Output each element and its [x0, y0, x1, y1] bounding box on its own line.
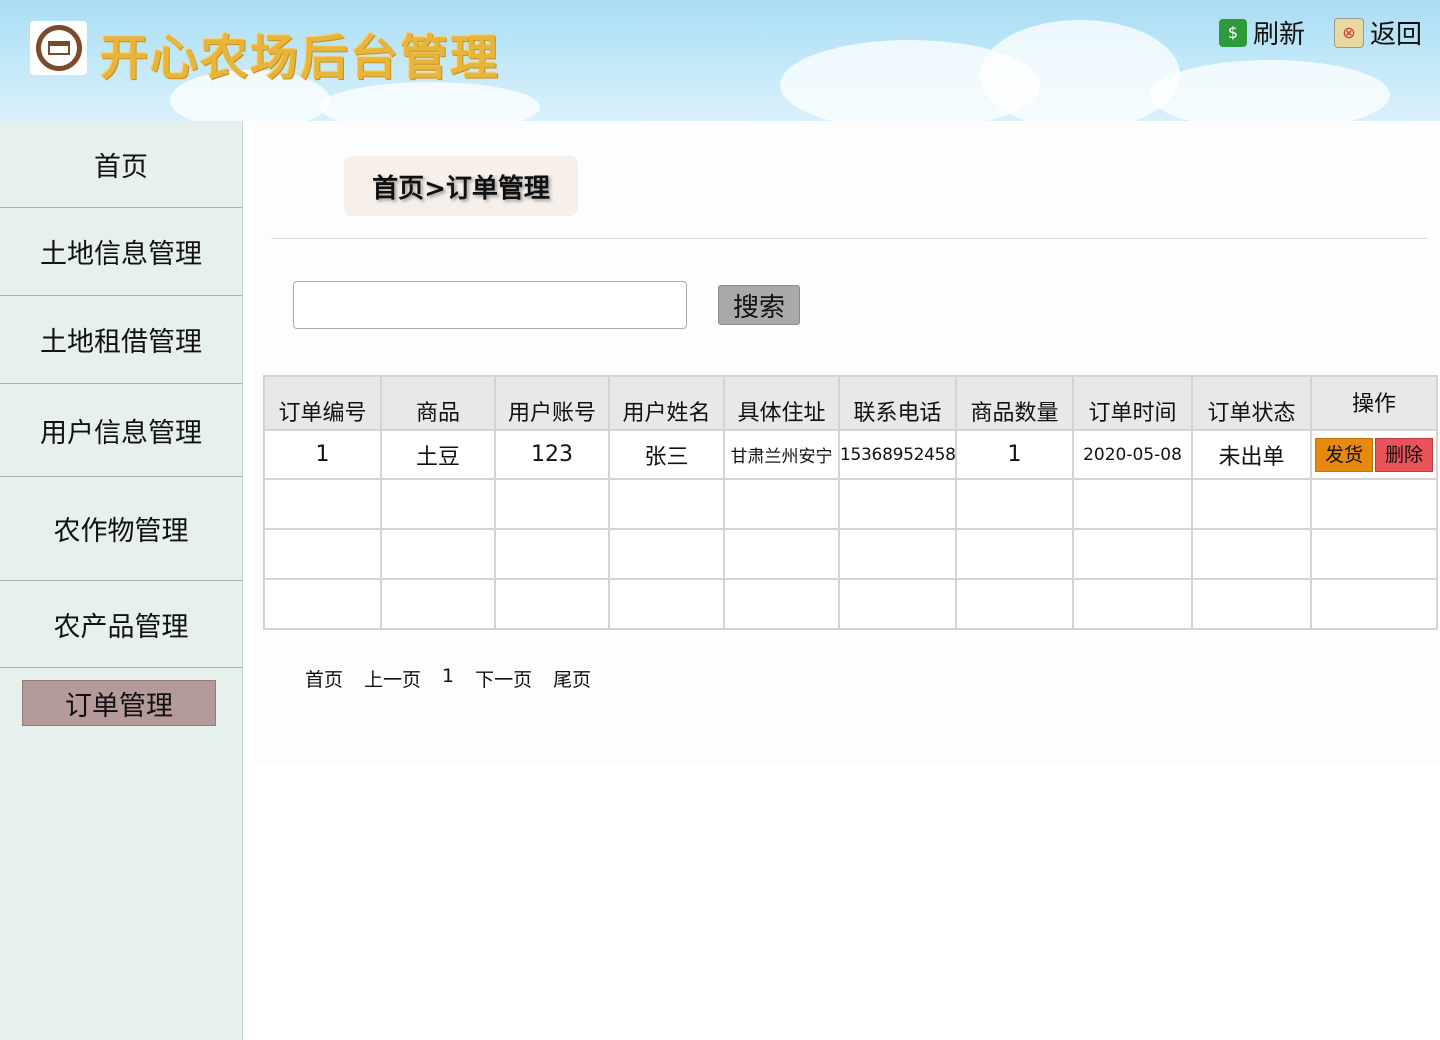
sidebar-item-label: 土地信息管理 — [40, 239, 202, 270]
table-row-empty — [263, 478, 1438, 530]
breadcrumb: 首页>订单管理 — [344, 156, 578, 216]
empty-cell — [838, 578, 957, 630]
empty-cell — [723, 578, 840, 630]
column-header: 商品数量 — [955, 375, 1074, 431]
empty-cell — [494, 478, 610, 530]
content-panel: 首页>订单管理 搜索 订单编号 商品 用户账号 用户姓名 具体住址 联系电话 商… — [253, 121, 1440, 764]
cell-phone: 15368952458 — [838, 429, 957, 480]
main-content: 首页>订单管理 搜索 订单编号 商品 用户账号 用户姓名 具体住址 联系电话 商… — [243, 121, 1440, 1040]
sidebar-item-label: 土地租借管理 — [40, 327, 202, 358]
back-icon: ⊗ — [1334, 17, 1364, 48]
ship-button[interactable]: 发货 — [1315, 437, 1373, 472]
empty-cell — [1072, 578, 1193, 630]
column-header: 用户账号 — [494, 375, 610, 431]
empty-cell — [263, 578, 382, 630]
cell-account: 123 — [494, 429, 610, 480]
empty-cell — [494, 578, 610, 630]
sidebar-item-land-rental[interactable]: 土地租借管理 — [0, 296, 242, 384]
refresh-label: 刷新 — [1253, 20, 1306, 50]
sidebar-item-home[interactable]: 首页 — [0, 121, 242, 208]
cell-quantity: 1 — [955, 429, 1074, 480]
empty-cell — [608, 478, 725, 530]
empty-cell — [1191, 528, 1312, 580]
cell-time: 2020-05-08 — [1072, 429, 1193, 480]
back-label: 返回 — [1370, 20, 1423, 50]
column-header: 订单状态 — [1191, 375, 1312, 431]
sidebar-item-label: 首页 — [94, 151, 148, 183]
empty-cell — [380, 478, 496, 530]
empty-cell — [723, 528, 840, 580]
back-button[interactable]: ⊗ 返回 — [1334, 14, 1422, 51]
pager-current-page: 1 — [442, 665, 455, 687]
sidebar: 首页 土地信息管理 土地租借管理 用户信息管理 农作物管理 农产品管理 订单管理 — [0, 121, 243, 1040]
sidebar-item-label: 农作物管理 — [53, 516, 189, 547]
sidebar-item-label: 用户信息管理 — [40, 417, 202, 449]
column-header: 订单时间 — [1072, 375, 1193, 431]
empty-cell — [1072, 478, 1193, 530]
empty-cell — [1310, 528, 1438, 580]
cell-order-id: 1 — [263, 429, 382, 480]
empty-cell — [838, 478, 957, 530]
empty-cell — [380, 528, 496, 580]
column-header: 操作 — [1310, 375, 1438, 431]
search-button[interactable]: 搜索 — [718, 285, 800, 325]
site-title: 开心农场后台管理 — [100, 30, 501, 86]
empty-cell — [263, 528, 382, 580]
empty-cell — [608, 528, 725, 580]
column-header: 商品 — [380, 375, 496, 431]
sidebar-item-label: 农产品管理 — [53, 611, 189, 643]
table-row: 1 土豆 123 张三 甘肃兰州安宁 15368952458 1 2020-05… — [263, 429, 1438, 480]
sidebar-item-land-info[interactable]: 土地信息管理 — [0, 208, 242, 296]
refresh-button[interactable]: $ 刷新 — [1219, 14, 1305, 51]
cell-actions: 发货 删除 — [1310, 429, 1438, 480]
sidebar-item-orders[interactable]: 订单管理 — [22, 680, 216, 726]
search-input[interactable] — [293, 281, 687, 329]
pager-prev-link[interactable]: 上一页 — [364, 665, 421, 692]
cell-product: 土豆 — [380, 429, 496, 480]
sidebar-item-label: 订单管理 — [65, 690, 173, 722]
empty-cell — [380, 578, 496, 630]
table-row-empty — [263, 528, 1438, 580]
refresh-icon: $ — [1219, 18, 1247, 47]
farm-logo — [30, 21, 87, 75]
divider — [271, 238, 1428, 239]
column-header: 订单编号 — [263, 375, 382, 431]
empty-cell — [608, 578, 725, 630]
pager-last-link[interactable]: 尾页 — [553, 665, 591, 692]
pager-first-link[interactable]: 首页 — [305, 665, 343, 692]
column-header: 具体住址 — [723, 375, 840, 431]
empty-cell — [955, 578, 1074, 630]
empty-cell — [955, 478, 1074, 530]
delete-button[interactable]: 删除 — [1375, 437, 1433, 472]
empty-cell — [1191, 478, 1312, 530]
cell-name: 张三 — [608, 429, 725, 480]
pager-next-link[interactable]: 下一页 — [475, 665, 532, 692]
empty-cell — [1310, 578, 1438, 630]
cloud-decoration — [1150, 60, 1390, 121]
table-row-empty — [263, 578, 1438, 630]
empty-cell — [955, 528, 1074, 580]
sidebar-item-user-info[interactable]: 用户信息管理 — [0, 384, 242, 477]
empty-cell — [1191, 578, 1312, 630]
column-header: 联系电话 — [838, 375, 957, 431]
empty-cell — [263, 478, 382, 530]
header-banner: 开心农场后台管理 $ 刷新 ⊗ 返回 — [0, 0, 1440, 121]
pagination: 首页 上一页 1 下一页 尾页 — [305, 665, 612, 692]
cloud-decoration — [980, 20, 1180, 121]
column-header: 用户姓名 — [608, 375, 725, 431]
orders-table: 订单编号 商品 用户账号 用户姓名 具体住址 联系电话 商品数量 订单时间 订单… — [263, 375, 1438, 630]
empty-cell — [723, 478, 840, 530]
empty-cell — [838, 528, 957, 580]
sidebar-item-crops[interactable]: 农作物管理 — [0, 477, 242, 581]
empty-cell — [1310, 478, 1438, 530]
cell-address: 甘肃兰州安宁 — [723, 429, 840, 480]
empty-cell — [1072, 528, 1193, 580]
empty-cell — [494, 528, 610, 580]
cell-status: 未出单 — [1191, 429, 1312, 480]
table-header-row: 订单编号 商品 用户账号 用户姓名 具体住址 联系电话 商品数量 订单时间 订单… — [263, 375, 1438, 431]
sidebar-item-products[interactable]: 农产品管理 — [0, 581, 242, 668]
